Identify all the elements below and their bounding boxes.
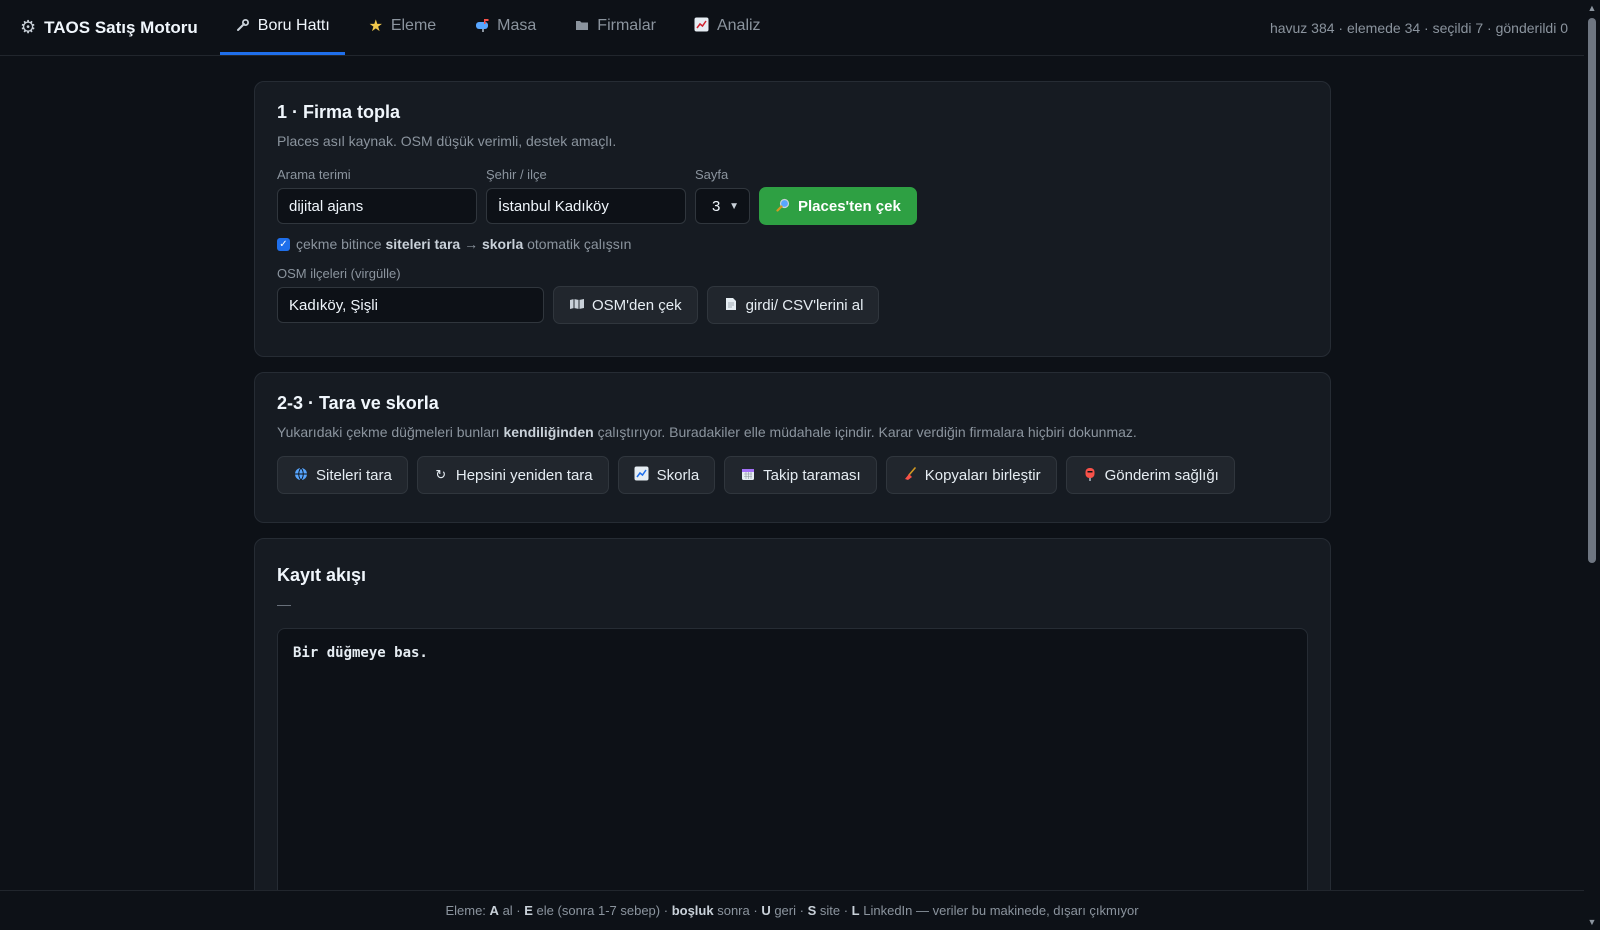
score-button[interactable]: Skorla: [617, 456, 716, 494]
tab-label: Masa: [497, 17, 537, 34]
tab-label: Boru Hattı: [257, 17, 330, 34]
page-label: Sayfa: [695, 167, 729, 182]
refresh-icon: ↻: [435, 467, 447, 482]
page-select-value: 3: [712, 197, 721, 215]
city-input[interactable]: İstanbul Kadıköy: [486, 188, 686, 224]
scan-title: 2-3 · Tara ve skorla: [277, 393, 439, 413]
scroll-up-icon[interactable]: ▲: [1587, 3, 1597, 13]
globe-icon: [293, 467, 309, 484]
auto-scan-option[interactable]: ✓ çekme bitince siteleri tara → skorla o…: [277, 236, 1308, 252]
tab-label: Firmalar: [597, 17, 656, 34]
city-label: Şehir / ilçe: [486, 167, 547, 182]
tab-eleme[interactable]: ★ Eleme: [353, 0, 451, 55]
chart-icon: [694, 17, 710, 35]
document-icon: [723, 297, 739, 314]
brand-title: TAOS Satış Motoru: [44, 17, 198, 37]
csv-import-label: girdi/ CSV'lerini al: [745, 296, 864, 314]
collect-title: 1 · Firma topla: [277, 102, 401, 122]
tab-analiz[interactable]: Analiz: [679, 0, 776, 55]
collect-description: Places asıl kaynak. OSM düşük verimli, d…: [277, 133, 617, 149]
city-field: Şehir / ilçe İstanbul Kadıköy: [486, 167, 686, 224]
places-fetch-button[interactable]: Places'ten çek: [759, 187, 917, 225]
places-fetch-label: Places'ten çek: [798, 197, 901, 215]
page-field: Sayfa 3 ▼: [695, 167, 750, 224]
scan-sites-label: Siteleri tara: [316, 466, 392, 484]
osm-districts-input[interactable]: Kadıköy, Şişli: [277, 287, 544, 323]
brand[interactable]: ⚙ TAOS Satış Motoru: [0, 0, 220, 55]
search-term-input[interactable]: dijital ajans: [277, 188, 477, 224]
search-term-field: Arama terimi dijital ajans: [277, 167, 477, 224]
tab-label: Analiz: [716, 17, 761, 34]
osm-districts-label: OSM ilçeleri (virgülle): [277, 266, 401, 281]
scan-panel: 2-3 · Tara ve skorla Yukarıdaki çekme dü…: [254, 372, 1331, 523]
calendar-icon: [740, 467, 756, 484]
followup-scan-button[interactable]: Takip taraması: [724, 456, 877, 494]
gear-icon: ⚙: [20, 17, 37, 37]
log-status: —: [277, 596, 291, 612]
tab-label: Eleme: [390, 17, 437, 34]
log-output[interactable]: Bir düğmeye bas.: [277, 628, 1308, 928]
page-scrollbar[interactable]: ▲ ▼: [1584, 0, 1600, 930]
collect-panel: 1 · Firma topla Places asıl kaynak. OSM …: [254, 81, 1331, 357]
merge-duplicates-button[interactable]: Kopyaları birleştir: [885, 456, 1057, 494]
log-title: Kayıt akışı: [277, 565, 367, 585]
scan-description: Yukarıdaki çekme düğmeleri bunları kendi…: [277, 424, 1137, 440]
rescan-all-label: Hepsini yeniden tara: [455, 466, 593, 484]
delivery-health-button[interactable]: Gönderim sağlığı: [1065, 456, 1235, 494]
chevron-down-icon: ▼: [729, 200, 739, 212]
score-label: Skorla: [656, 466, 700, 484]
top-nav-bar: ⚙ TAOS Satış Motoru Boru Hattı ★ Eleme M…: [0, 0, 1584, 56]
scroll-down-icon[interactable]: ▼: [1587, 917, 1597, 927]
postbox-icon: [1082, 467, 1098, 484]
mailbox-icon: [474, 18, 490, 35]
rescan-all-button[interactable]: ↻ Hepsini yeniden tara: [416, 456, 609, 494]
search-term-label: Arama terimi: [277, 167, 351, 182]
world-map-icon: [569, 298, 585, 313]
auto-scan-checkbox[interactable]: ✓: [277, 237, 290, 251]
csv-import-button[interactable]: girdi/ CSV'lerini al: [706, 286, 880, 324]
tab-masa[interactable]: Masa: [459, 0, 551, 55]
tab-boru-hatti[interactable]: Boru Hattı: [219, 0, 345, 55]
osm-districts-field: OSM ilçeleri (virgülle) Kadıköy, Şişli: [277, 266, 544, 323]
pipeline-stats: havuz 384 · elemede 34 · seçildi 7 · gön…: [1269, 19, 1568, 36]
log-panel: Kayıt akışı — Bir düğmeye bas.: [254, 538, 1331, 930]
scan-sites-button[interactable]: Siteleri tara: [277, 456, 408, 494]
osm-fetch-label: OSM'den çek: [592, 296, 682, 314]
shortcut-footer: Eleme: A al · E ele (sonra 1-7 sebep) · …: [0, 890, 1584, 930]
page-select[interactable]: 3 ▼: [695, 188, 750, 224]
merge-duplicates-label: Kopyaları birleştir: [924, 466, 1041, 484]
shortcut-help: Eleme: A al · E ele (sonra 1-7 sebep) · …: [445, 903, 1139, 918]
scrollbar-thumb[interactable]: [1588, 18, 1596, 563]
auto-scan-text: çekme bitince siteleri tara → skorla oto…: [296, 236, 632, 252]
broom-icon: [902, 466, 918, 484]
magnifier-icon: [775, 198, 791, 215]
star-icon: ★: [368, 18, 383, 35]
folder-icon: [574, 18, 590, 34]
followup-scan-label: Takip taraması: [763, 466, 861, 484]
tab-firmalar[interactable]: Firmalar: [559, 0, 671, 55]
osm-fetch-button[interactable]: OSM'den çek: [553, 286, 698, 324]
chart-icon: [634, 466, 650, 484]
log-text: Bir düğmeye bas.: [293, 645, 428, 661]
delivery-health-label: Gönderim sağlığı: [1104, 466, 1219, 484]
wrench-icon: [235, 18, 251, 35]
